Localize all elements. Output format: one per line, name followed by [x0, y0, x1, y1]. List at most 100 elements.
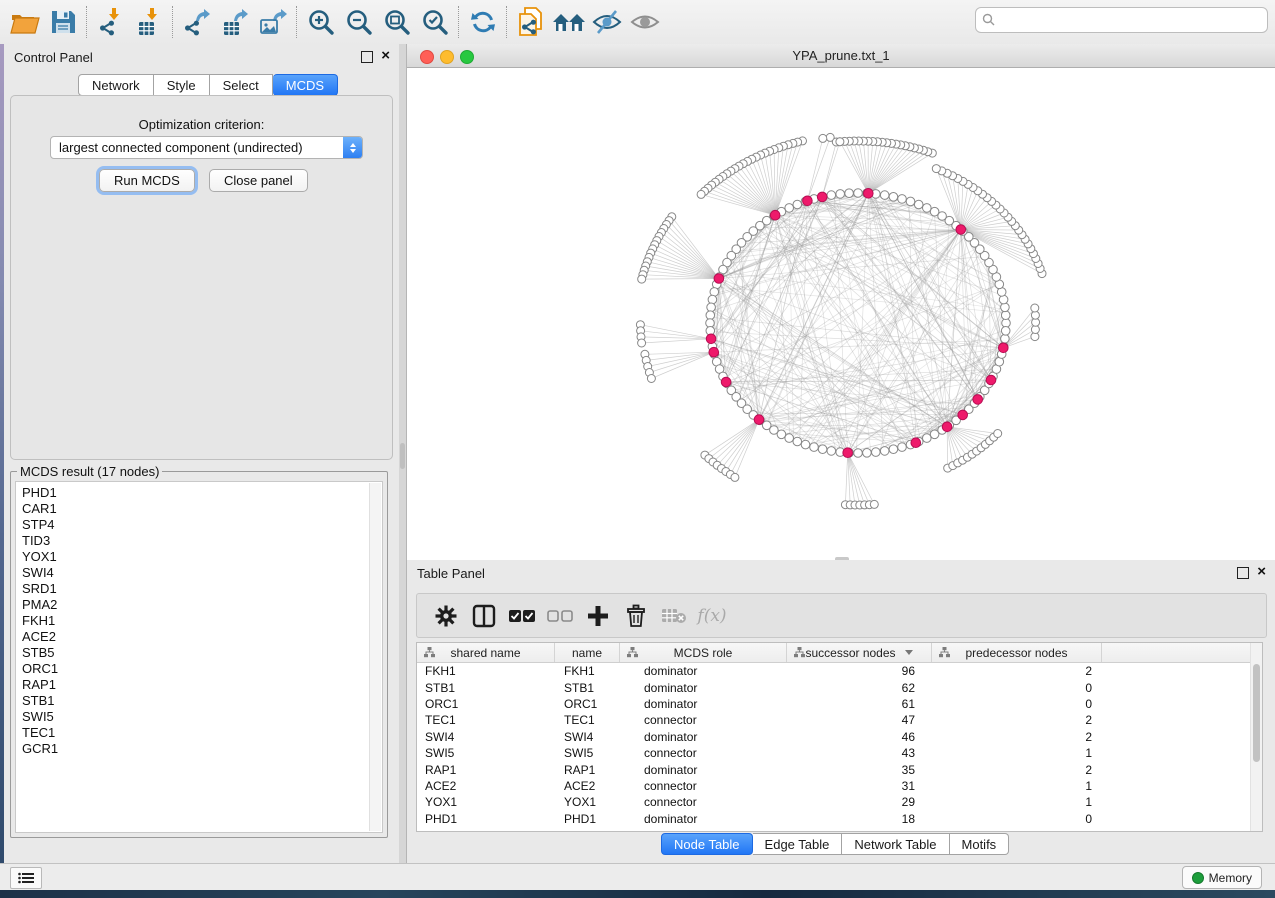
vertical-splitter[interactable]: [399, 44, 406, 863]
table-row[interactable]: TEC1TEC1connector472: [417, 712, 1262, 728]
network-node[interactable]: [930, 207, 939, 216]
zoom-out-icon[interactable]: [340, 5, 378, 39]
zoom-fit-icon[interactable]: [378, 5, 416, 39]
mcds-result-item[interactable]: GCR1: [22, 741, 366, 757]
network-node[interactable]: [880, 447, 889, 456]
network-node[interactable]: [818, 445, 827, 454]
network-node[interactable]: [889, 193, 898, 202]
network-node[interactable]: [827, 447, 836, 456]
task-history-button[interactable]: [10, 867, 42, 889]
network-node[interactable]: [793, 200, 802, 209]
optimization-dropdown[interactable]: largest connected component (undirected): [50, 136, 363, 159]
mcds-hub-node[interactable]: [911, 438, 921, 448]
mcds-hub-node[interactable]: [803, 196, 813, 206]
mcds-result-item[interactable]: FKH1: [22, 613, 366, 629]
select-all-icon[interactable]: [503, 598, 541, 634]
add-column-icon[interactable]: [579, 598, 617, 634]
network-node[interactable]: [870, 500, 878, 508]
save-session-icon[interactable]: [44, 5, 82, 39]
network-from-file-icon[interactable]: [512, 5, 550, 39]
mcds-hub-node[interactable]: [721, 377, 731, 387]
network-node[interactable]: [1031, 304, 1039, 312]
network-node[interactable]: [923, 204, 932, 213]
table-row[interactable]: SWI4SWI4dominator462: [417, 729, 1262, 745]
float-window-icon[interactable]: [361, 51, 373, 63]
network-node[interactable]: [1001, 311, 1010, 320]
mcds-result-item[interactable]: ORC1: [22, 661, 366, 677]
show-hidden-icon[interactable]: [626, 5, 664, 39]
mcds-hub-node[interactable]: [714, 274, 724, 284]
network-node[interactable]: [785, 204, 794, 213]
tab-network[interactable]: Network: [78, 74, 154, 96]
tab-mcds[interactable]: MCDS: [273, 74, 338, 96]
memory-button[interactable]: Memory: [1182, 866, 1262, 889]
table-row[interactable]: PHD1PHD1dominator180: [417, 811, 1262, 827]
mcds-hub-node[interactable]: [817, 192, 827, 202]
mcds-result-item[interactable]: STB5: [22, 645, 366, 661]
mcds-hub-node[interactable]: [864, 189, 874, 199]
network-node[interactable]: [872, 448, 881, 457]
mcds-result-item[interactable]: TEC1: [22, 725, 366, 741]
network-node[interactable]: [1001, 327, 1010, 336]
network-node[interactable]: [819, 134, 827, 142]
mcds-result-item[interactable]: STB1: [22, 693, 366, 709]
run-mcds-button[interactable]: Run MCDS: [99, 169, 195, 192]
tab-motifs[interactable]: Motifs: [950, 833, 1010, 855]
settings-icon[interactable]: [427, 598, 465, 634]
network-node[interactable]: [1001, 303, 1010, 312]
hide-selected-icon[interactable]: [588, 5, 626, 39]
column-header-name[interactable]: name: [555, 643, 620, 662]
mcds-result-item[interactable]: CAR1: [22, 501, 366, 517]
network-node[interactable]: [836, 190, 845, 199]
close-icon[interactable]: ×: [381, 47, 390, 65]
network-node[interactable]: [638, 275, 646, 283]
import-network-icon[interactable]: [92, 5, 130, 39]
deselect-all-icon[interactable]: [541, 598, 579, 634]
mcds-result-item[interactable]: SRD1: [22, 581, 366, 597]
export-network-icon[interactable]: [178, 5, 216, 39]
zoom-in-icon[interactable]: [302, 5, 340, 39]
tab-network-table[interactable]: Network Table: [842, 833, 949, 855]
network-node[interactable]: [836, 138, 844, 146]
table-row[interactable]: ACE2ACE2connector311: [417, 778, 1262, 794]
zoom-selected-icon[interactable]: [416, 5, 454, 39]
tab-edge-table[interactable]: Edge Table: [753, 833, 843, 855]
search-input[interactable]: [996, 12, 1261, 28]
network-node[interactable]: [793, 437, 802, 446]
network-node[interactable]: [697, 190, 705, 198]
mcds-list-scrollbar[interactable]: [369, 483, 381, 831]
network-node[interactable]: [777, 430, 786, 439]
table-row[interactable]: RAP1RAP1dominator352: [417, 761, 1262, 777]
tab-node-table[interactable]: Node Table: [661, 833, 753, 855]
refresh-icon[interactable]: [464, 5, 502, 39]
mcds-result-item[interactable]: RAP1: [22, 677, 366, 693]
network-node[interactable]: [923, 434, 932, 443]
mcds-hub-node[interactable]: [958, 410, 968, 420]
mcds-hub-node[interactable]: [709, 347, 719, 357]
mcds-hub-node[interactable]: [754, 415, 764, 425]
export-table-icon[interactable]: [216, 5, 254, 39]
mcds-hub-node[interactable]: [706, 334, 716, 344]
table-row[interactable]: ORC1ORC1dominator610: [417, 696, 1262, 712]
mcds-result-item[interactable]: STP4: [22, 517, 366, 533]
splitter-handle[interactable]: [400, 443, 405, 469]
column-header-shared-name[interactable]: shared name: [417, 643, 555, 662]
network-node[interactable]: [731, 473, 739, 481]
mcds-result-item[interactable]: PHD1: [22, 485, 366, 501]
show-all-icon[interactable]: [550, 5, 588, 39]
network-node[interactable]: [999, 295, 1008, 304]
mcds-hub-node[interactable]: [986, 375, 996, 385]
table-row[interactable]: STB1STB1dominator620: [417, 679, 1262, 695]
network-node[interactable]: [845, 189, 854, 198]
network-node[interactable]: [889, 445, 898, 454]
scrollbar-thumb[interactable]: [1253, 664, 1260, 762]
network-node[interactable]: [801, 440, 810, 449]
network-node[interactable]: [1001, 334, 1010, 343]
table-row[interactable]: SWI5SWI5connector431: [417, 745, 1262, 761]
mcds-result-item[interactable]: SWI4: [22, 565, 366, 581]
mcds-result-item[interactable]: TID3: [22, 533, 366, 549]
network-node[interactable]: [898, 443, 907, 452]
close-icon[interactable]: ×: [1257, 563, 1266, 581]
network-canvas[interactable]: [407, 68, 1275, 557]
table-row[interactable]: FKH1FKH1dominator962: [417, 663, 1262, 679]
